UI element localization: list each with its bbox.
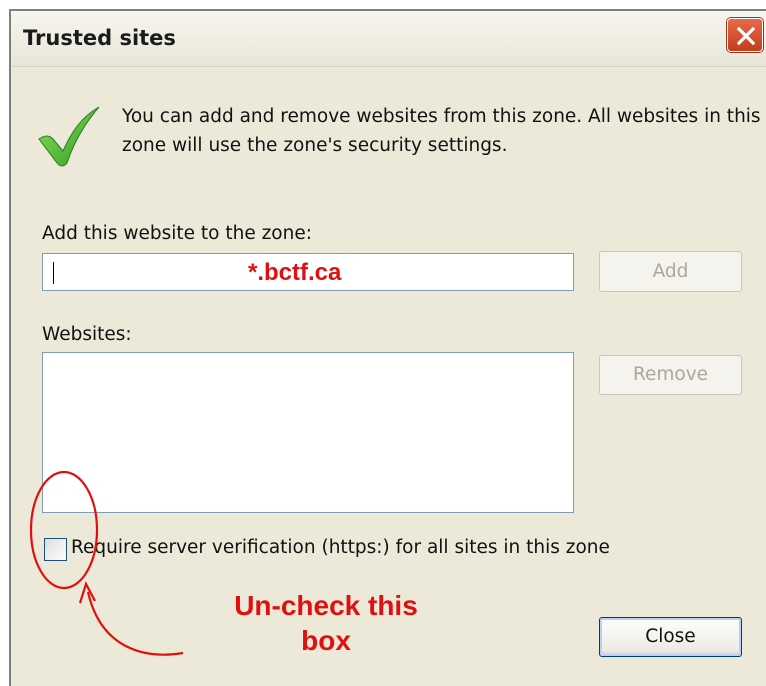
require-https-checkbox[interactable]	[44, 538, 67, 561]
close-icon	[736, 26, 756, 46]
trusted-sites-dialog: Trusted sites You can add and remove web…	[9, 9, 766, 686]
annotation-line-2: box	[301, 625, 351, 656]
add-website-label: Add this website to the zone:	[42, 223, 312, 244]
dialog-title: Trusted sites	[23, 26, 176, 50]
remove-button[interactable]: Remove	[599, 355, 742, 395]
text-caret	[53, 262, 54, 284]
close-button[interactable]: Close	[599, 617, 742, 657]
checkmark-icon	[37, 105, 101, 171]
annotation-line-1: Un-check this	[234, 590, 418, 621]
intro-text: You can add and remove websites from thi…	[122, 106, 761, 156]
add-button[interactable]: Add	[599, 251, 742, 292]
websites-label: Websites:	[42, 324, 132, 345]
close-window-button[interactable]	[727, 18, 763, 52]
annotation-text: Un-check this box	[226, 588, 426, 658]
website-input-value: *.bctf.ca	[248, 259, 342, 286]
add-website-input[interactable]: *.bctf.ca	[42, 253, 574, 291]
title-bar[interactable]: Trusted sites	[11, 11, 766, 67]
require-https-label[interactable]: Require server verification (https:) for…	[71, 537, 610, 558]
websites-list[interactable]	[42, 352, 574, 513]
